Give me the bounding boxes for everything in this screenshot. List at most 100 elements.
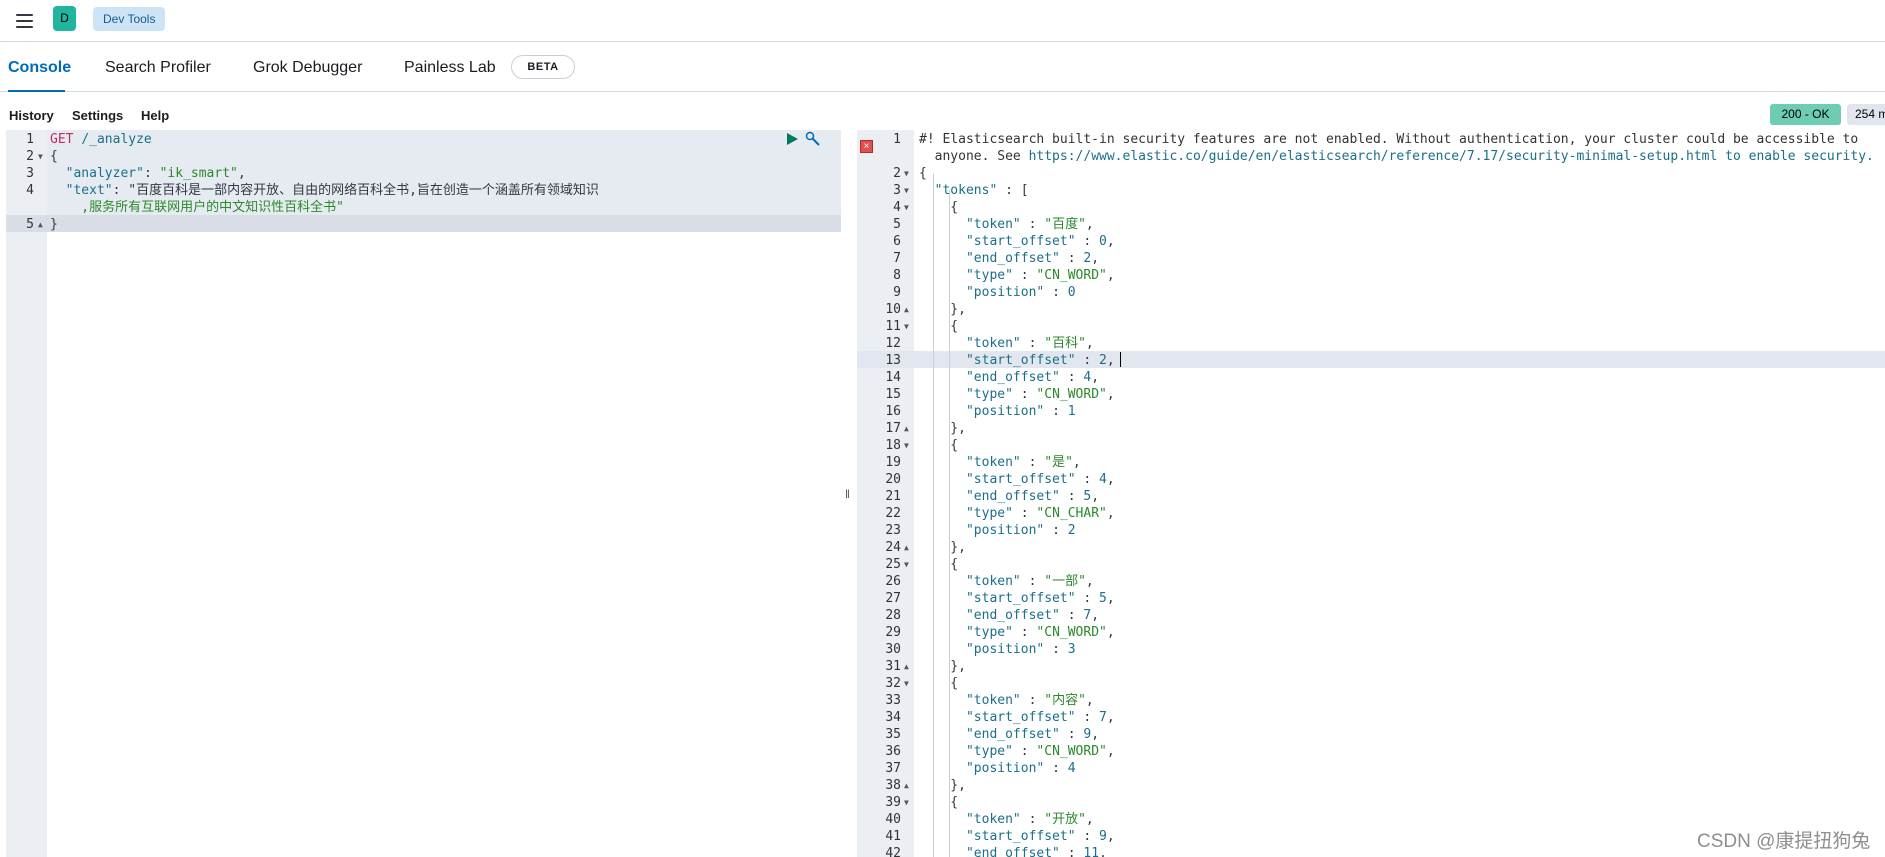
response-code-line: { bbox=[919, 319, 959, 334]
response-line-number: 12 bbox=[885, 336, 901, 351]
response-line-number: 28 bbox=[885, 608, 901, 623]
request-line-number: 1 bbox=[26, 132, 34, 147]
request-gutter bbox=[6, 130, 47, 857]
fold-toggle-icon[interactable]: ▲ bbox=[38, 216, 43, 233]
response-line-number: 14 bbox=[885, 370, 901, 385]
response-code-line: "position" : 3 bbox=[965, 642, 1076, 657]
response-code-line: { bbox=[919, 200, 959, 215]
panel-resizer[interactable]: ‖ bbox=[841, 130, 857, 857]
request-line-number: 5 bbox=[26, 217, 34, 232]
fold-toggle-icon[interactable]: ▼ bbox=[904, 556, 909, 573]
request-editor[interactable]: 1 GET /_analyze 2 ▼ {3 "analyzer": "ik_smart… bbox=[0, 130, 841, 857]
request-code-line: "analyzer": "ik_smart", bbox=[65, 166, 246, 181]
fold-toggle-icon[interactable]: ▼ bbox=[904, 182, 909, 199]
space-avatar[interactable]: D bbox=[53, 6, 76, 31]
response-line-number: 34 bbox=[885, 710, 901, 725]
play-icon[interactable] bbox=[787, 133, 798, 145]
request-code-line: GET /_analyze bbox=[50, 132, 152, 147]
response-code-line: "token" : "开放", bbox=[965, 812, 1094, 827]
request-code-line: ,服务所有互联网用户的中文知识性百科全书" bbox=[50, 200, 344, 215]
response-line-number: 15 bbox=[885, 387, 901, 402]
response-code-line: "end_offset" : 11, bbox=[965, 846, 1107, 857]
fold-toggle-icon[interactable]: ▼ bbox=[904, 165, 909, 182]
response-line-number: 30 bbox=[885, 642, 901, 657]
fold-toggle-icon[interactable]: ▼ bbox=[904, 437, 909, 454]
response-line-number: 19 bbox=[885, 455, 901, 470]
response-code-line: }, bbox=[919, 659, 966, 674]
history-link[interactable]: History bbox=[9, 92, 54, 130]
response-code-line: "end_offset" : 2, bbox=[965, 251, 1100, 266]
response-line-number: 18 bbox=[885, 438, 901, 453]
response-line-number: 4 bbox=[893, 200, 901, 215]
indent-guide bbox=[949, 190, 950, 857]
help-link[interactable]: Help bbox=[141, 92, 169, 130]
response-line-number: 10 bbox=[885, 302, 901, 317]
tab-console[interactable]: Console bbox=[8, 42, 71, 92]
response-code-line: }, bbox=[919, 421, 966, 436]
dev-tools-tabs: Console Search Profiler Grok Debugger Pa… bbox=[0, 42, 1885, 92]
fold-toggle-icon[interactable]: ▲ bbox=[904, 420, 909, 437]
response-code-line: "position" : 1 bbox=[965, 404, 1076, 419]
response-line-number: 22 bbox=[885, 506, 901, 521]
fold-toggle-icon[interactable]: ▲ bbox=[904, 777, 909, 794]
response-code-line: "end_offset" : 7, bbox=[965, 608, 1100, 623]
response-line-number: 21 bbox=[885, 489, 901, 504]
fold-toggle-icon[interactable]: ▼ bbox=[904, 794, 909, 811]
response-line-number: 17 bbox=[885, 421, 901, 436]
fold-toggle-icon[interactable]: ▼ bbox=[904, 199, 909, 216]
response-code-line: { bbox=[919, 557, 959, 572]
fold-toggle-icon[interactable]: ▼ bbox=[38, 148, 43, 165]
response-editor[interactable]: 1 #! Elasticsearch built-in security feat… bbox=[857, 130, 1885, 857]
response-code-line: "position" : 4 bbox=[965, 761, 1076, 776]
request-line-number: 4 bbox=[26, 183, 34, 198]
response-code-line: "position" : 0 bbox=[965, 285, 1076, 300]
response-code-line: }, bbox=[919, 778, 966, 793]
response-code-line: { bbox=[919, 166, 927, 181]
request-line-number: 2 bbox=[26, 149, 34, 164]
response-line-number: 25 bbox=[885, 557, 901, 572]
response-line-number: 1 bbox=[893, 132, 901, 147]
response-line-number: 24 bbox=[885, 540, 901, 555]
response-line-number: 29 bbox=[885, 625, 901, 640]
response-line-number: 41 bbox=[885, 829, 901, 844]
response-line-number: 3 bbox=[893, 183, 901, 198]
fold-toggle-icon[interactable]: ▼ bbox=[904, 318, 909, 335]
top-header: D Dev Tools bbox=[0, 0, 1885, 42]
response-line-number: 16 bbox=[885, 404, 901, 419]
response-code-line: "token" : "百科", bbox=[965, 336, 1094, 351]
response-line-number: 20 bbox=[885, 472, 901, 487]
menu-icon[interactable] bbox=[14, 10, 36, 32]
request-time-badge: 254 ms bbox=[1847, 104, 1885, 125]
response-line-number: 11 bbox=[885, 319, 901, 334]
response-line-number: 31 bbox=[885, 659, 901, 674]
dev-tools-app: D Dev Tools Console Search Profiler Grok… bbox=[0, 0, 1885, 857]
fold-toggle-icon[interactable]: ▲ bbox=[904, 539, 909, 556]
response-line-number: 35 bbox=[885, 727, 901, 742]
settings-link[interactable]: Settings bbox=[72, 92, 123, 130]
response-code-line: "token" : "百度", bbox=[965, 217, 1094, 232]
response-line-number: 6 bbox=[893, 234, 901, 249]
response-line-number: 8 bbox=[893, 268, 901, 283]
fold-toggle-icon[interactable]: ▲ bbox=[904, 301, 909, 318]
tab-painless-lab[interactable]: Painless Lab bbox=[404, 42, 496, 92]
breadcrumb[interactable]: Dev Tools bbox=[93, 7, 166, 31]
request-line-number: 3 bbox=[26, 166, 34, 181]
fold-toggle-icon[interactable]: ▼ bbox=[904, 675, 909, 692]
beta-badge: BETA bbox=[511, 55, 575, 79]
response-code-line: { bbox=[919, 676, 959, 691]
response-code-line: { bbox=[919, 795, 959, 810]
response-line-number: 26 bbox=[885, 574, 901, 589]
error-icon: × bbox=[860, 140, 873, 153]
fold-toggle-icon[interactable]: ▲ bbox=[904, 658, 909, 675]
tab-search-profiler[interactable]: Search Profiler bbox=[105, 42, 211, 92]
response-code-line: "end_offset" : 4, bbox=[965, 370, 1100, 385]
response-line-number: 42 bbox=[885, 846, 901, 857]
response-line-number: 38 bbox=[885, 778, 901, 793]
response-line-number: 36 bbox=[885, 744, 901, 759]
response-code-line: { bbox=[919, 438, 959, 453]
response-code-line: "token" : "是", bbox=[965, 455, 1081, 470]
tab-grok-debugger[interactable]: Grok Debugger bbox=[253, 42, 362, 92]
wrench-icon[interactable] bbox=[805, 131, 821, 147]
indent-guide bbox=[933, 174, 934, 857]
status-badge: 200 - OK bbox=[1770, 104, 1841, 125]
